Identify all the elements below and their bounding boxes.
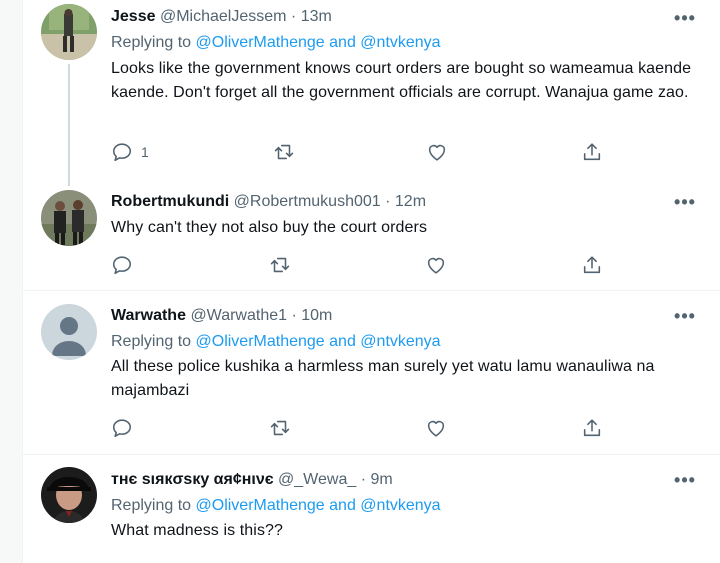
mention-link[interactable]: @ntvkenya (360, 497, 440, 514)
avatar[interactable] (41, 4, 97, 60)
like-icon (427, 420, 445, 437)
replying-to: Replying to @OliverMathenge and @ntvkeny… (111, 331, 441, 353)
retweet-icon (270, 420, 290, 436)
thread-line (68, 176, 70, 186)
reply-button[interactable] (111, 253, 133, 277)
and-others-link[interactable]: and (329, 497, 356, 514)
separator: · (385, 193, 391, 210)
display-name[interactable]: Jesse (111, 8, 156, 25)
replying-label: Replying to (111, 333, 192, 350)
tweet-header: Warwathe @Warwathe1 · 10m (111, 305, 332, 327)
replying-to: Replying to @OliverMathenge and @ntvkeny… (111, 495, 441, 517)
display-name[interactable]: Robertmukundi (111, 193, 229, 210)
separator: · (360, 471, 367, 488)
more-icon[interactable]: ••• (673, 305, 697, 327)
retweet-icon (270, 257, 290, 273)
like-button[interactable] (425, 253, 447, 277)
tweet-header: Robertmukundi @Robertmukush001 · 12m (111, 191, 426, 213)
like-button[interactable] (425, 416, 447, 440)
mention-link[interactable]: @OliverMathenge (196, 497, 325, 514)
share-icon (583, 143, 601, 161)
share-button[interactable] (581, 140, 603, 164)
retweet-button[interactable] (273, 140, 295, 164)
more-icon[interactable]: ••• (673, 191, 697, 213)
share-icon (583, 419, 601, 437)
timestamp[interactable]: 9m (370, 471, 392, 488)
tweet-actions (111, 416, 631, 440)
replying-label: Replying to (111, 497, 192, 514)
like-button[interactable] (426, 140, 448, 164)
replying-label: Replying to (111, 34, 192, 51)
separator: · (290, 8, 297, 25)
more-icon[interactable]: ••• (673, 469, 697, 491)
retweet-icon (274, 144, 294, 160)
tweet-actions (111, 253, 631, 277)
share-button[interactable] (581, 253, 603, 277)
tweet-text: All these police kushika a harmless man … (111, 358, 655, 399)
like-icon (428, 144, 446, 161)
display-name[interactable]: Warwathe (111, 307, 186, 324)
tweet-actions: 1 (111, 140, 631, 164)
retweet-button[interactable] (269, 416, 291, 440)
handle[interactable]: @MichaelJessem (160, 8, 287, 25)
timestamp[interactable]: 13m (301, 8, 332, 25)
like-icon (427, 257, 445, 274)
replying-to: Replying to @OliverMathenge and @ntvkeny… (111, 32, 441, 54)
tweet-jesse[interactable]: Jesse @MichaelJessem · 13m ••• Replying … (23, 0, 720, 176)
mention-link[interactable]: @ntvkenya (360, 34, 440, 51)
reply-feed: Jesse @MichaelJessem · 13m ••• Replying … (22, 0, 720, 563)
reply-button[interactable]: 1 (111, 140, 149, 164)
reply-icon (112, 143, 132, 162)
more-icon[interactable]: ••• (673, 7, 697, 29)
handle[interactable]: @Warwathe1 (190, 307, 287, 324)
and-others-link[interactable]: and (329, 333, 356, 350)
mention-link[interactable]: @ntvkenya (360, 333, 440, 350)
share-icon (583, 256, 601, 274)
avatar[interactable] (41, 467, 97, 523)
mention-link[interactable]: @OliverMathenge (196, 333, 325, 350)
tweet-header: тнє ѕιякσѕку αя¢нινє @_Wewa_ · 9m (111, 469, 393, 491)
timestamp[interactable]: 10m (301, 307, 332, 324)
tweet-wewa[interactable]: тнє ѕιякσѕку αя¢нινє @_Wewa_ · 9m ••• Re… (23, 455, 720, 563)
avatar[interactable] (41, 190, 97, 246)
separator: · (291, 307, 297, 324)
handle[interactable]: @_Wewa_ (278, 471, 356, 488)
retweet-button[interactable] (269, 253, 291, 277)
tweet-warwathe[interactable]: Warwathe @Warwathe1 · 10m ••• Replying t… (23, 291, 720, 455)
share-button[interactable] (581, 416, 603, 440)
tweet-text: Why can't they not also buy the court or… (111, 219, 428, 236)
handle[interactable]: @Robertmukush001 (234, 193, 381, 210)
reply-count: 1 (141, 144, 149, 160)
reply-button[interactable] (111, 416, 133, 440)
tweet-text: What madness is this?? (111, 522, 284, 539)
reply-icon (112, 256, 132, 275)
reply-icon (112, 419, 132, 438)
tweet-text: Looks like the government knows court or… (111, 60, 692, 101)
thread-line (68, 64, 70, 176)
tweet-robertmukundi[interactable]: Robertmukundi @Robertmukush001 · 12m •••… (23, 176, 720, 291)
tweet-header: Jesse @MichaelJessem · 13m (111, 6, 332, 28)
timestamp[interactable]: 12m (395, 193, 426, 210)
mention-link[interactable]: @OliverMathenge (196, 34, 325, 51)
display-name[interactable]: тнє ѕιякσѕку αя¢нινє (111, 471, 274, 488)
avatar[interactable] (41, 304, 97, 360)
and-others-link[interactable]: and (329, 34, 356, 51)
